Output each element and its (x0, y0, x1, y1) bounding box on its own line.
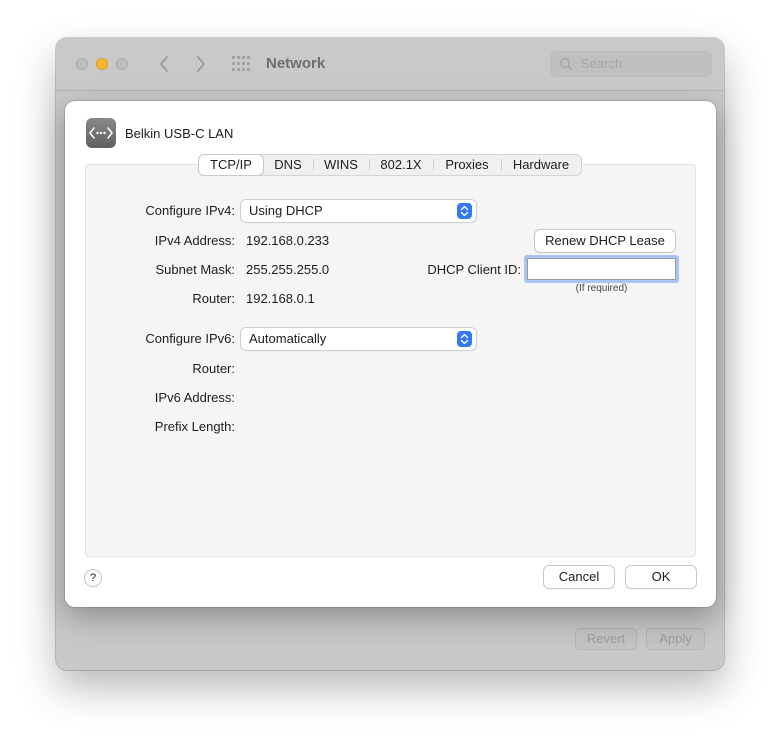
tab-wins[interactable]: WINS (313, 155, 369, 175)
tab-bar: TCP/IP DNS WINS 802.1X Proxies Hardware (198, 154, 582, 176)
revert-button[interactable]: Revert (575, 628, 637, 650)
search-placeholder: Search (581, 56, 623, 71)
configure-ipv4-value: Using DHCP (249, 203, 323, 218)
configure-ipv6-popup[interactable]: Automatically (241, 328, 476, 350)
ethernet-icon (86, 118, 116, 148)
up-down-chevron-icon (457, 203, 472, 219)
dhcp-client-id-label: DHCP Client ID: (427, 262, 521, 277)
tab-tcpip[interactable]: TCP/IP (199, 155, 263, 175)
apply-button[interactable]: Apply (646, 628, 705, 650)
ipv6-address-label: IPv6 Address: (154, 390, 235, 405)
ipv4-address-value: 192.168.0.233 (246, 233, 330, 248)
interface-name: Belkin USB-C LAN (125, 126, 234, 141)
cancel-button[interactable]: Cancel (544, 566, 614, 588)
advanced-settings-sheet: Belkin USB-C LAN TCP/IP DNS WINS 802.1X … (65, 101, 716, 607)
configure-ipv6-value: Automatically (249, 331, 327, 346)
ipv4-address-label: IPv4 Address: (154, 233, 235, 248)
search-field[interactable]: Search (550, 51, 712, 77)
ipv4-router-label: Router: (192, 291, 235, 306)
zoom-button[interactable] (116, 58, 128, 70)
tab-proxies[interactable]: Proxies (433, 155, 501, 175)
subnet-mask-label: Subnet Mask: (155, 262, 236, 277)
help-button[interactable]: ? (85, 570, 101, 586)
tab-dns[interactable]: DNS (263, 155, 313, 175)
prefix-length-label: Prefix Length: (154, 419, 235, 434)
ok-button[interactable]: OK (626, 566, 696, 588)
configure-ipv6-label: Configure IPv6: (145, 331, 235, 346)
tab-hardware[interactable]: Hardware (501, 155, 581, 175)
subnet-mask-value: 255.255.255.0 (246, 262, 330, 277)
close-button[interactable] (76, 58, 88, 70)
search-icon (559, 57, 573, 71)
minimize-button[interactable] (96, 58, 108, 70)
ipv6-router-label: Router: (192, 361, 235, 376)
chevron-right-icon[interactable] (193, 52, 209, 76)
dhcp-client-id-hint: (If required) (575, 283, 628, 294)
grid-icon[interactable] (232, 56, 250, 72)
window-title: Network (266, 55, 326, 72)
ipv4-router-value: 192.168.0.1 (246, 291, 315, 306)
tab-8021x[interactable]: 802.1X (369, 155, 433, 175)
dhcp-client-id-field[interactable] (527, 258, 676, 280)
window-toolbar: Network Search (56, 38, 724, 91)
chevron-left-icon[interactable] (156, 52, 172, 76)
configure-ipv4-label: Configure IPv4: (145, 203, 235, 218)
up-down-chevron-icon (457, 331, 472, 347)
configure-ipv4-popup[interactable]: Using DHCP (241, 200, 476, 222)
renew-dhcp-lease-button[interactable]: Renew DHCP Lease (535, 230, 675, 252)
